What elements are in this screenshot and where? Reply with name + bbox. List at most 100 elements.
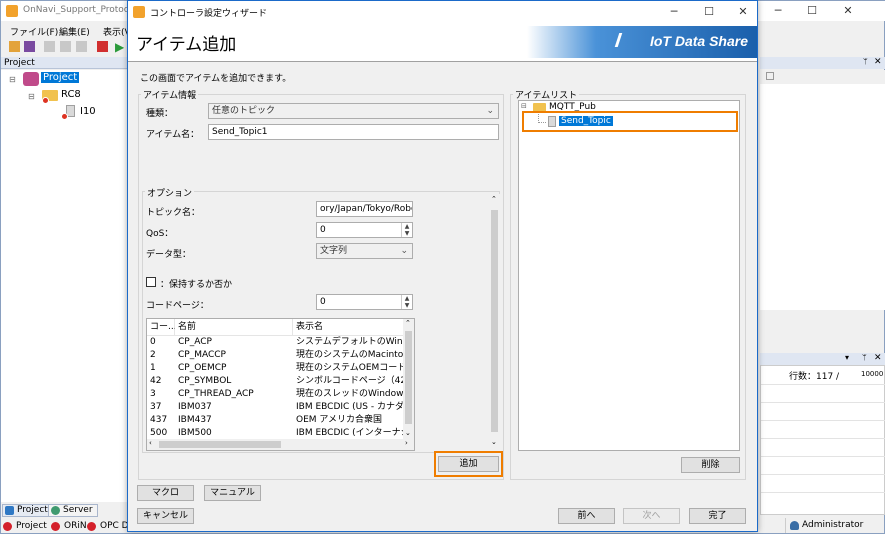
copy-icon[interactable]	[44, 41, 55, 52]
item-list-tree[interactable]: ⊟ MQTT_Pub Send_Topic	[518, 100, 740, 451]
qos-stepper[interactable]: 0 ▲ ▼	[316, 222, 413, 238]
status-project-label: Project	[16, 521, 47, 531]
spin-arrows-icon[interactable]: ▲ ▼	[401, 223, 412, 237]
paste-icon[interactable]	[60, 41, 71, 52]
table-row[interactable]: 42 CP_SYMBOL シンボルコードページ（42）	[147, 375, 404, 388]
qos-value: 0	[320, 225, 326, 235]
dialog-titlebar: コントローラ設定ウィザード ─ ☐ ✕	[128, 1, 757, 23]
tree-item-project[interactable]: Project	[41, 72, 80, 83]
user-icon	[790, 521, 799, 530]
cell-code: 3	[150, 389, 156, 399]
scroll-thumb[interactable]	[159, 441, 281, 448]
scroll-down-icon[interactable]: ⌄	[491, 438, 497, 446]
item-name-input[interactable]: Send_Topic1	[208, 124, 499, 140]
cell-display-name: IBM EBCDIC (US - カナダ)	[296, 402, 404, 412]
maximize-icon[interactable]: ☐	[698, 4, 720, 20]
status-orin-label: ORiN	[64, 521, 87, 531]
table-vscrollbar[interactable]: ⌃ ⌄	[403, 319, 414, 439]
table-row[interactable]: 1 CP_OEMCP 現在のシステムOEMコードペー	[147, 362, 404, 375]
grid-line	[761, 474, 885, 475]
menu-file[interactable]: ファイル(F)	[10, 25, 58, 38]
open-folder-icon[interactable]	[9, 41, 20, 52]
cell-display-name: 現在のシステムのMacintoshコ	[296, 350, 404, 360]
wizard-dialog: コントローラ設定ウィザード ─ ☐ ✕ アイテム追加 IoT Data Shar…	[127, 0, 758, 532]
table-hscrollbar[interactable]: ‹ ›	[147, 439, 414, 450]
topic-input[interactable]: ory/Japan/Tokyo/Robot	[316, 201, 413, 217]
brand-banner: IoT Data Share	[527, 26, 757, 58]
scroll-down-icon[interactable]: ⌄	[405, 429, 411, 437]
play-icon[interactable]: ▶	[115, 40, 124, 54]
dropdown-icon[interactable]: ▾	[845, 353, 849, 362]
next-button[interactable]: 次へ	[623, 508, 680, 524]
grid-line	[761, 402, 885, 403]
scroll-up-icon[interactable]: ⌃	[491, 195, 497, 203]
tab-server[interactable]: Server	[48, 504, 98, 517]
macro-button[interactable]: マクロ	[137, 485, 194, 501]
delete-icon[interactable]	[76, 41, 87, 52]
delete-button[interactable]: 削除	[681, 457, 740, 473]
cell-display-name: シンボルコードページ（42）	[296, 376, 404, 386]
save-icon[interactable]	[24, 41, 35, 52]
minimize-icon[interactable]: ─	[663, 4, 685, 20]
status-orin: ORiN	[51, 520, 87, 533]
chevron-down-icon: ⌄	[486, 106, 494, 116]
codepage-stepper[interactable]: 0 ▲ ▼	[316, 294, 413, 310]
table-row[interactable]: 0 CP_ACP システムデフォルトのWindows	[147, 336, 404, 349]
right-panel-top	[760, 70, 885, 310]
cancel-button[interactable]: キャンセル	[137, 508, 194, 524]
tree-collapse-icon[interactable]: ⊟	[28, 92, 35, 101]
column-header-name[interactable]: 名前	[175, 319, 293, 336]
retain-checkbox[interactable]	[146, 277, 156, 287]
add-icon[interactable]	[97, 41, 108, 52]
panel-toolbar-icon[interactable]	[766, 72, 774, 80]
table-row[interactable]: 37 IBM037 IBM EBCDIC (US - カナダ)	[147, 401, 404, 414]
prev-button[interactable]: 前へ	[558, 508, 615, 524]
options-scrollbar[interactable]: ⌃ ⌄	[489, 194, 500, 451]
spin-arrows-icon[interactable]: ▲ ▼	[401, 295, 412, 309]
table-row[interactable]: 437 IBM437 OEM アメリカ合衆国	[147, 414, 404, 427]
row-count-max: 10000	[861, 370, 884, 378]
type-select-value: 任意のトピック	[212, 106, 276, 116]
table-row[interactable]: 2 CP_MACCP 現在のシステムのMacintoshコ	[147, 349, 404, 362]
menu-bar: ファイル(F) 編集(E) 表示(V	[1, 22, 131, 38]
manual-button[interactable]: マニュアル	[204, 485, 261, 501]
error-icon	[42, 97, 49, 104]
codepage-label: コードページ：	[146, 301, 209, 311]
user-name: Administrator	[802, 520, 864, 530]
tree-item-rc8[interactable]: RC8	[61, 89, 81, 100]
scroll-up-icon[interactable]: ⌃	[405, 319, 411, 327]
column-header-display-name[interactable]: 表示名	[293, 319, 404, 336]
datatype-select[interactable]: 文字列 ⌄	[316, 243, 413, 259]
scroll-thumb[interactable]	[405, 331, 412, 424]
table-row[interactable]: 3 CP_THREAD_ACP 現在のスレッドのWindows AN	[147, 388, 404, 401]
tab-project[interactable]: Project	[2, 504, 53, 517]
menu-edit[interactable]: 編集(E)	[59, 25, 90, 38]
scroll-thumb[interactable]	[491, 210, 498, 432]
log-panel-header: ▾ ᛘ ✕	[760, 353, 885, 365]
dialog-header: アイテム追加 IoT Data Share	[128, 23, 757, 61]
tree-item-i10[interactable]: I10	[80, 106, 96, 117]
header-separator	[128, 61, 757, 62]
panel-close-icon[interactable]: ✕	[874, 57, 882, 67]
tree-collapse-icon[interactable]: ⊟	[9, 75, 16, 84]
close-icon[interactable]: ✕	[837, 3, 859, 19]
type-select[interactable]: 任意のトピック ⌄	[208, 103, 499, 119]
close-icon[interactable]: ✕	[732, 4, 754, 20]
codepage-table[interactable]: コー... 名前 表示名 0 CP_ACP システムデフォルトのWindows 2 CP…	[146, 318, 415, 451]
tree-collapse-icon[interactable]: ⊟	[521, 102, 527, 110]
panel-close-icon[interactable]: ✕	[874, 353, 882, 363]
column-header-code[interactable]: コー...	[147, 319, 177, 336]
pin-icon[interactable]: ᛘ	[863, 57, 868, 66]
status-user: Administrator	[785, 518, 885, 533]
minimize-icon[interactable]: ─	[767, 3, 789, 19]
scroll-left-icon[interactable]: ‹	[149, 439, 152, 447]
scroll-right-icon[interactable]: ›	[405, 439, 408, 447]
row-count-label: 行数：117 /	[789, 372, 840, 382]
pin-icon[interactable]: ᛘ	[862, 353, 867, 362]
cell-code: 42	[150, 376, 162, 386]
log-grid: 行数：117 / 10000	[760, 365, 885, 515]
maximize-icon[interactable]: ☐	[801, 3, 823, 19]
add-button[interactable]: 追加	[438, 456, 499, 472]
grid-line	[761, 456, 885, 457]
finish-button[interactable]: 完了	[689, 508, 746, 524]
